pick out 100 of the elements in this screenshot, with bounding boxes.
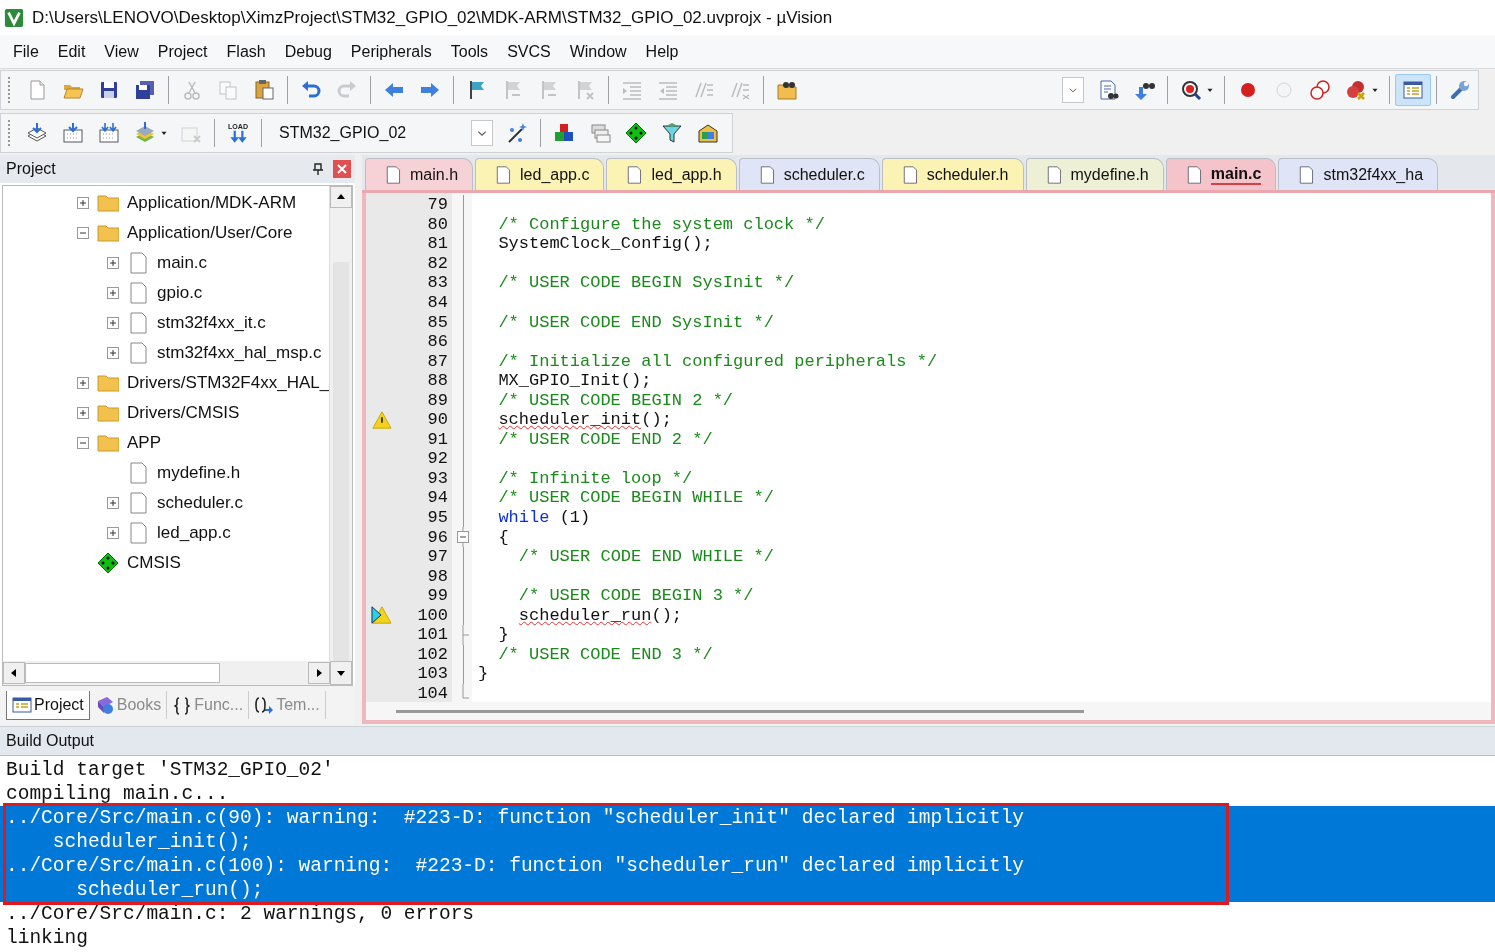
code-line: /* USER CODE END SysInit */ (497, 312, 774, 332)
left-triangle-icon[interactable] (9, 668, 19, 678)
line-number: 81 (426, 234, 448, 254)
debug-magnifier-icon[interactable] (1180, 79, 1202, 101)
code-line: /* USER CODE END 2 */ (497, 429, 713, 449)
line-number: 93 (426, 468, 448, 488)
line-number: 96 (426, 527, 448, 547)
expand-icon[interactable] (77, 197, 89, 209)
file-tab[interactable]: led_app.c (475, 158, 605, 190)
funnel-icon[interactable] (661, 122, 683, 144)
line-number: 85 (426, 312, 448, 332)
undo-arrow-icon[interactable] (300, 79, 322, 101)
up-triangle-icon[interactable] (336, 192, 346, 202)
file-tab[interactable]: led_app.h (606, 158, 737, 190)
magic-wand-icon[interactable] (506, 122, 528, 144)
code-line: while (1) (497, 508, 591, 527)
vertical-scrollbar[interactable] (329, 186, 352, 661)
expand-icon[interactable] (107, 257, 119, 269)
expand-icon[interactable] (107, 317, 119, 329)
file-icon (1297, 165, 1316, 185)
fold-toggle-icon[interactable] (457, 527, 469, 548)
wrench-icon[interactable] (1449, 79, 1471, 101)
code-line: SystemClock_Config(); (497, 234, 713, 254)
tree-item[interactable]: Drivers/CMSIS (127, 403, 240, 423)
tree-item[interactable]: stm32f4xx_it.c (157, 313, 266, 333)
collapse-icon[interactable] (77, 437, 89, 449)
download-grid-icon[interactable] (62, 122, 84, 144)
expand-icon[interactable] (107, 287, 119, 299)
tree-item[interactable]: stm32f4xx_hal_msp.c (157, 343, 322, 363)
document-binoculars-icon[interactable] (1097, 79, 1119, 101)
tree-item[interactable]: Application/MDK-ARM (127, 193, 297, 213)
menu-item[interactable]: Peripherals (341, 42, 442, 61)
tree-item[interactable]: main.c (157, 253, 208, 273)
file-icon (384, 165, 402, 185)
tree-item[interactable]: gpio.c (157, 283, 203, 303)
target-select[interactable]: STM32_GPIO_02 (271, 119, 493, 147)
file-tab[interactable]: main.c (1165, 158, 1277, 190)
tree-item[interactable]: mydefine.h (157, 463, 241, 483)
file-tab[interactable]: mydefine.h (1025, 158, 1164, 190)
menu-item[interactable]: Tools (441, 42, 499, 61)
line-number: 99 (426, 586, 448, 606)
line-number: 94 (426, 488, 448, 508)
pin-icon[interactable] (311, 162, 325, 176)
code-line: scheduler_init(); (497, 410, 672, 430)
tree-item[interactable]: scheduler.c (157, 493, 243, 513)
download-grid-icon[interactable] (98, 122, 120, 144)
output-line: ../Core/Src/main.c: 2 warnings, 0 errors (5, 902, 476, 926)
stacked-layers-icon[interactable] (26, 122, 48, 144)
menu-item[interactable]: Project (148, 42, 218, 61)
down-triangle-icon[interactable] (336, 668, 346, 678)
menu-item[interactable]: Help (636, 42, 689, 61)
code-line: { (497, 527, 509, 547)
line-number: 104 (416, 683, 448, 702)
menu-item[interactable]: File (4, 42, 49, 61)
window-layout-icon[interactable] (1402, 79, 1424, 101)
horizontal-scrollbar[interactable] (3, 661, 330, 685)
package-icon[interactable] (697, 122, 719, 144)
expand-icon[interactable] (107, 497, 119, 509)
line-number: 80 (426, 214, 448, 234)
panel-tab[interactable]: Project (6, 690, 90, 720)
line-number: 83 (426, 273, 448, 293)
code-line: /* USER CODE BEGIN 2 */ (497, 390, 734, 410)
file-tab[interactable]: stm32f4xx_ha (1278, 158, 1439, 190)
menu-item[interactable]: Edit (48, 42, 96, 61)
menu-item[interactable]: SVCS (498, 42, 561, 61)
file-tab[interactable]: scheduler.h (881, 158, 1024, 190)
line-number: 87 (426, 351, 448, 371)
expand-icon[interactable] (77, 377, 89, 389)
floppy-disks-icon[interactable] (134, 79, 156, 101)
file-tab[interactable]: main.h (365, 158, 474, 190)
tree-item[interactable]: Application/User/Core (127, 223, 293, 243)
tree-item[interactable]: Drivers/STM32F4xx_HAL_ (127, 373, 329, 393)
find-combo-field[interactable] (1062, 77, 1084, 103)
tree-item[interactable]: APP (127, 433, 162, 453)
menu-item[interactable]: View (95, 42, 149, 61)
stacked-blocks-icon[interactable] (553, 122, 575, 144)
code-line: /* USER CODE BEGIN SysInit */ (497, 273, 795, 293)
line-number: 82 (426, 253, 448, 273)
file-tab[interactable]: scheduler.c (738, 158, 880, 190)
diamond-icon[interactable] (625, 122, 647, 144)
folder-binoculars-icon[interactable] (776, 79, 798, 101)
tree-item[interactable]: CMSIS (127, 553, 181, 573)
tree-item[interactable]: led_app.c (157, 523, 231, 543)
close-icon[interactable] (333, 160, 351, 178)
scroll-down-button[interactable] (330, 661, 352, 685)
layered-stack-icon[interactable] (134, 122, 156, 144)
expand-icon[interactable] (107, 347, 119, 359)
menu-item[interactable]: Window (560, 42, 637, 61)
scrollbar-thumb[interactable] (396, 709, 1084, 713)
menu-item[interactable]: Flash (217, 42, 276, 61)
expand-icon[interactable] (107, 527, 119, 539)
right-triangle-icon[interactable] (314, 668, 324, 678)
output-line: Build target 'STM32_GPIO_02' (5, 758, 335, 782)
menu-item[interactable]: Debug (275, 42, 342, 61)
collapse-icon[interactable] (77, 227, 89, 239)
clipboard-icon[interactable] (253, 79, 275, 101)
expand-icon[interactable] (77, 407, 89, 419)
overlapping-circles-icon[interactable] (1309, 79, 1331, 101)
breakpoint-cross-icon[interactable] (1345, 79, 1367, 101)
line-number: 90 (426, 410, 448, 430)
